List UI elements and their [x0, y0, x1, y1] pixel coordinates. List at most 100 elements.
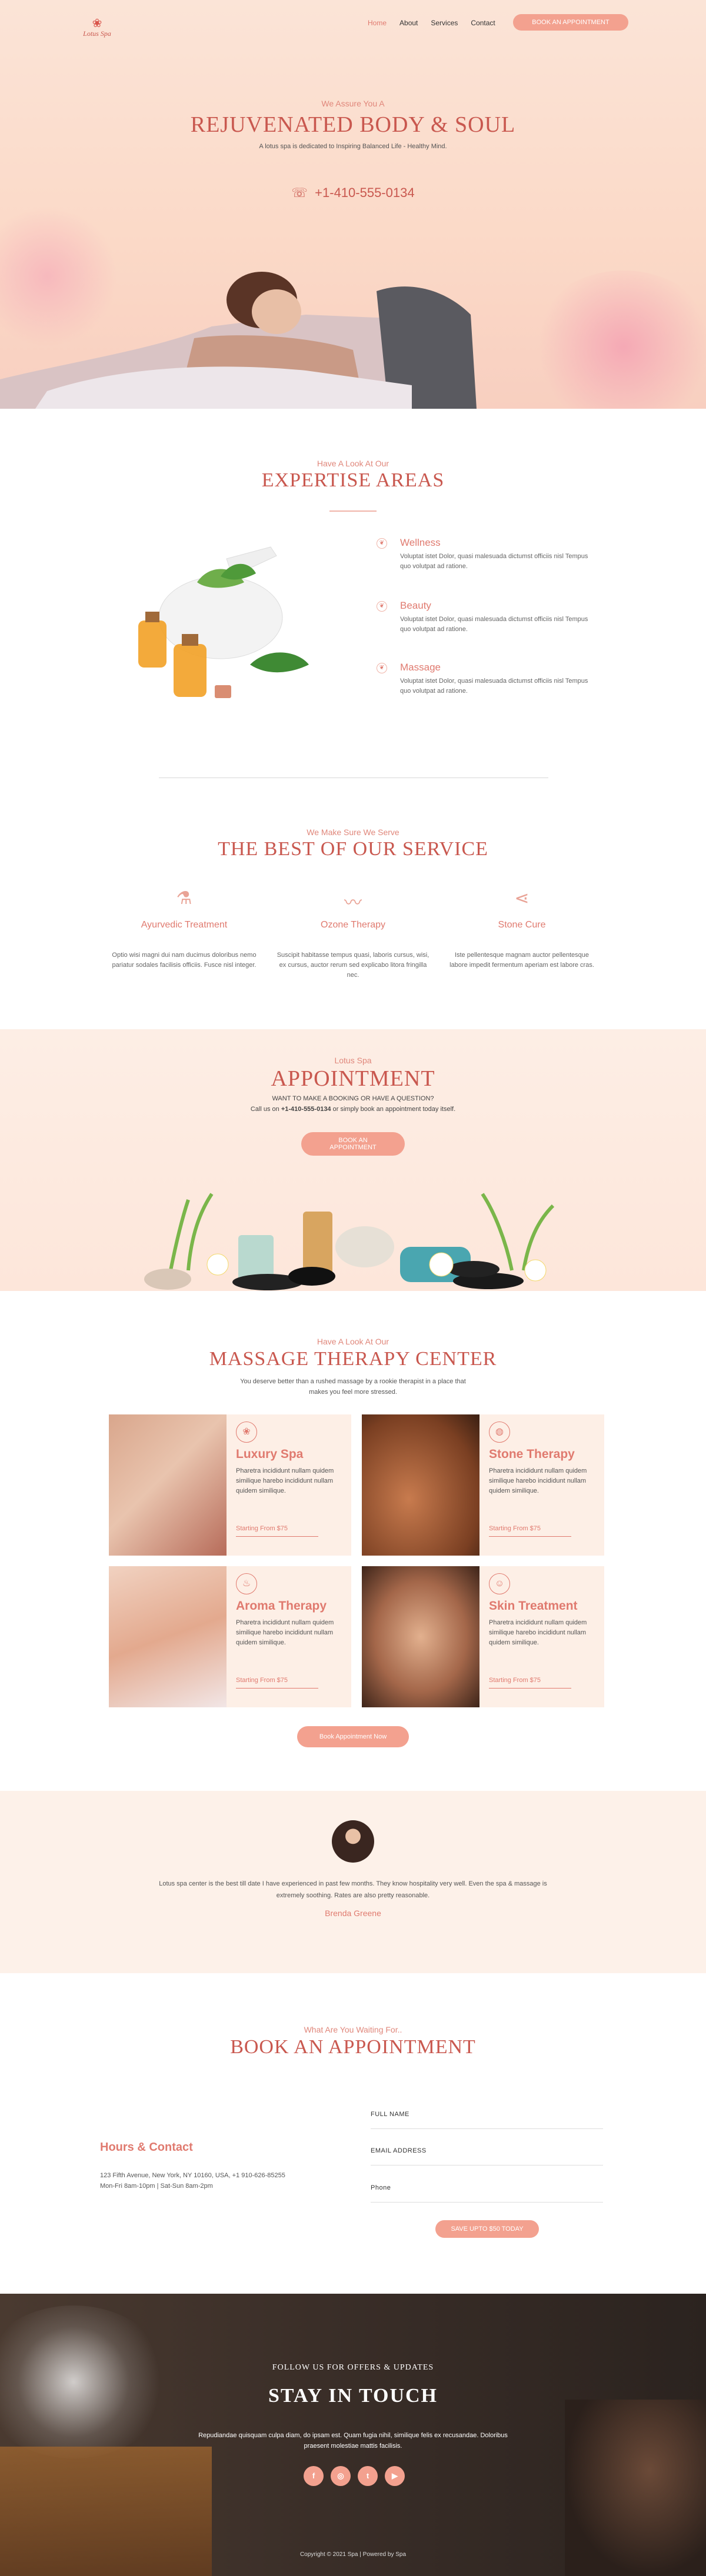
appointment-title: APPOINTMENT	[271, 1066, 435, 1091]
massage-section: Have A Look At Our MASSAGE THERAPY CENTE…	[0, 1291, 706, 1791]
menu-about[interactable]: About	[399, 19, 418, 27]
card-price: Starting From $75	[489, 1677, 541, 1684]
menu-services[interactable]: Services	[431, 19, 458, 27]
email-field[interactable]	[371, 2142, 603, 2165]
hero-title: REJUVENATED BODY & SOUL	[190, 112, 516, 137]
expertise-kicker: Have A Look At Our	[317, 459, 389, 468]
card-price: Starting From $75	[236, 1525, 288, 1532]
service-item-text: Iste pellentesque magnam auctor pellente…	[449, 952, 594, 969]
herbal-mortar-image	[138, 546, 309, 698]
phone-field[interactable]	[371, 2179, 603, 2203]
massage-subtitle-line2: makes you feel more stressed.	[309, 1389, 397, 1396]
logo-text: Lotus Spa	[83, 29, 111, 38]
hero-section: ❀ Lotus Spa Home About Services Contact …	[0, 0, 706, 409]
book-title: BOOK AN APPOINTMENT	[230, 2036, 476, 2058]
card-aroma-therapy[interactable]: ♨ Aroma Therapy Pharetra incididunt null…	[109, 1566, 351, 1707]
card-price: Starting From $75	[489, 1525, 541, 1532]
price-underline	[489, 1536, 571, 1537]
service-item-title: Stone Cure	[498, 920, 546, 930]
hero-phone-number: +1-410-555-0134	[315, 185, 415, 200]
share-icon: ⋖	[514, 889, 530, 908]
book-kicker: What Are You Waiting For..	[304, 2025, 402, 2034]
expertise-title: EXPERTISE AREAS	[261, 469, 445, 491]
expertise-item-text: Voluptat istet Dolor, quasi malesuada di…	[400, 616, 588, 633]
expertise-item-title: Beauty	[400, 600, 431, 611]
service-item-text: Optio wisi magni dui nam ducimus dolorib…	[112, 952, 257, 969]
full-name-input[interactable]	[371, 2105, 603, 2123]
service-item-title: Ozone Therapy	[321, 920, 385, 930]
massage-subtitle-line1: You deserve better than a rushed massage…	[240, 1378, 466, 1385]
hero-phone[interactable]: ☏ +1-410-555-0134	[0, 185, 706, 201]
call-phone[interactable]: +1-410-555-0134	[281, 1106, 331, 1113]
card-luxury-spa[interactable]: ❀ Luxury Spa Pharetra incididunt nullam …	[109, 1414, 351, 1556]
price-underline	[236, 1688, 318, 1689]
spa-stones-image	[144, 1193, 555, 1290]
service-item-text: Suscipit habitasse tempus quasi, laboris…	[277, 952, 429, 979]
stones-icon: ◍	[489, 1422, 510, 1443]
hours-line: Mon-Fri 8am-10pm | Sat-Sun 8am-2pm	[100, 2183, 213, 2190]
site-logo[interactable]: ❀ Lotus Spa	[76, 18, 118, 47]
social-links: f ◎ t ▶	[304, 2466, 405, 2486]
aroma-therapy-image	[109, 1566, 227, 1707]
main-menu: Home About Services Contact	[368, 19, 495, 27]
full-name-field[interactable]	[371, 2105, 603, 2129]
expertise-item-title: Massage	[400, 662, 441, 673]
skin-treatment-image	[362, 1566, 479, 1707]
testimonial-section: Lotus spa center is the best till date I…	[0, 1791, 706, 1973]
expertise-item-text: Voluptat istet Dolor, quasi malesuada di…	[400, 678, 588, 695]
phone-icon: ☏	[291, 185, 308, 200]
contact-address: 123 Fifth Avenue, New York, NY 10160, US…	[100, 2170, 285, 2191]
instagram-icon[interactable]: ◎	[331, 2466, 351, 2486]
service-item-title: Ayurvedic Treatment	[141, 920, 228, 930]
massage-title: MASSAGE THERAPY CENTER	[209, 1348, 497, 1370]
flask-icon: ⚗	[176, 889, 192, 908]
hours-contact-title: Hours & Contact	[100, 2141, 193, 2154]
price-underline	[489, 1688, 571, 1689]
service-kicker: We Make Sure We Serve	[307, 827, 399, 837]
card-skin-treatment[interactable]: ☺ Skin Treatment Pharetra incididunt nul…	[362, 1566, 604, 1707]
hero-woman-image	[0, 272, 477, 409]
leaf-icon: ❦	[377, 538, 387, 549]
avatar	[332, 1820, 374, 1863]
candle-icon: ♨	[236, 1573, 257, 1594]
footer-text: Repudiandae quisquam culpa diam, do ipsa…	[198, 2432, 508, 2450]
card-stone-therapy[interactable]: ◍ Stone Therapy Pharetra incididunt null…	[362, 1414, 604, 1556]
footer-title: STAY IN TOUCH	[268, 2385, 438, 2407]
card-text: Pharetra incididunt nullam quidem simili…	[236, 1619, 334, 1646]
top-navigation: ❀ Lotus Spa Home About Services Contact …	[0, 12, 706, 38]
leaf-icon: ❦	[377, 663, 387, 673]
price-underline	[236, 1536, 318, 1537]
wave-icon: 〰	[344, 893, 362, 913]
face-icon: ☺	[489, 1573, 510, 1594]
book-appointment-now-button[interactable]: Book Appointment Now	[297, 1726, 409, 1747]
menu-contact[interactable]: Contact	[471, 19, 495, 27]
phone-input[interactable]	[371, 2179, 603, 2197]
save-offer-button[interactable]: SAVE UPTO $50 TODAY	[435, 2220, 539, 2238]
card-title: Skin Treatment	[489, 1599, 578, 1613]
card-title: Aroma Therapy	[236, 1599, 327, 1613]
youtube-icon[interactable]: ▶	[385, 2466, 405, 2486]
expertise-section: Have A Look At Our EXPERTISE AREAS ❦ Wel…	[0, 409, 706, 773]
appointment-call-text: Call us on +1-410-555-0134 or simply boo…	[0, 1106, 706, 1113]
book-appointment-button[interactable]: BOOK AN APPOINTMENT	[301, 1132, 405, 1156]
testimonial-author: Brenda Greene	[325, 1908, 381, 1918]
appointment-section: Lotus Spa APPOINTMENT WANT TO MAKE A BOO…	[0, 1029, 706, 1291]
address-line: 123 Fifth Avenue, New York, NY 10160, US…	[100, 2172, 285, 2179]
hero-kicker: We Assure You A	[321, 99, 385, 108]
nav-book-appointment-button[interactable]: BOOK AN APPOINTMENT	[513, 14, 628, 31]
twitter-icon[interactable]: t	[358, 2466, 378, 2486]
copyright: Copyright © 2021 Spa | Powered by Spa	[299, 2551, 407, 2558]
facebook-icon[interactable]: f	[304, 2466, 324, 2486]
card-text: Pharetra incididunt nullam quidem simili…	[489, 1619, 587, 1646]
candle-decoration	[565, 2400, 706, 2576]
card-text: Pharetra incididunt nullam quidem simili…	[489, 1467, 587, 1494]
menu-home[interactable]: Home	[368, 19, 387, 27]
book-appointment-section: What Are You Waiting For.. BOOK AN APPOI…	[0, 1973, 706, 2294]
email-input[interactable]	[371, 2142, 603, 2160]
card-text: Pharetra incididunt nullam quidem simili…	[236, 1467, 334, 1494]
service-item-ayurvedic: ⚗ Ayurvedic Treatment Optio wisi magni d…	[108, 888, 261, 970]
orchid-decoration	[0, 2305, 171, 2458]
leaf-icon: ❦	[377, 601, 387, 612]
title-underline	[329, 510, 377, 512]
call-text-pre: Call us on	[250, 1106, 281, 1113]
